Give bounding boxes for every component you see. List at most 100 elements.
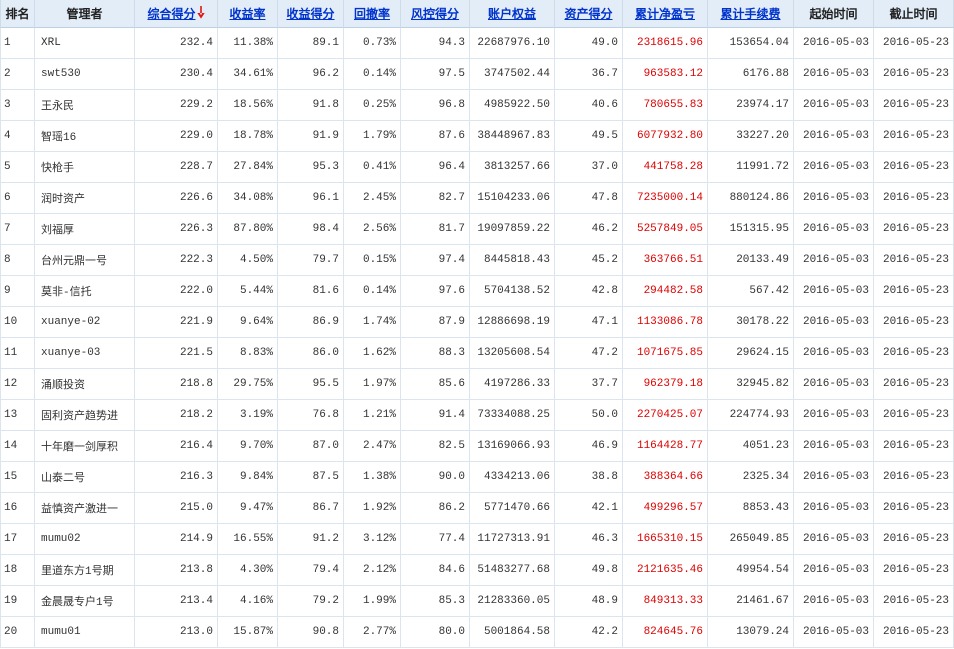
drawdown-rate-cell: 2.45% bbox=[344, 183, 401, 214]
col-header-asset-score[interactable]: 资产得分 bbox=[555, 0, 623, 28]
manager-name-cell: 快枪手 bbox=[35, 152, 135, 183]
cumulative-net-pnl-cell: 441758.28 bbox=[623, 152, 708, 183]
account-equity-cell: 5001864.58 bbox=[470, 617, 555, 648]
end-date-cell: 2016-05-23 bbox=[874, 431, 954, 462]
composite-score-cell: 229.0 bbox=[135, 121, 218, 152]
table-row: 9 莫非-信托 222.0 5.44% 81.6 0.14% 97.6 5704138.52 4… bbox=[0, 276, 954, 307]
cumulative-fees-cell: 20133.49 bbox=[708, 245, 794, 276]
return-score-cell: 76.8 bbox=[278, 400, 344, 431]
col-header-composite-score[interactable]: 综合得分 bbox=[135, 0, 218, 28]
sort-by-cumulative-fees-link[interactable]: 累计手续费 bbox=[720, 7, 780, 21]
table-row: 18 里道东方1号期 213.8 4.30% 79.4 2.12% 84.6 51483277… bbox=[0, 555, 954, 586]
composite-score-cell: 214.9 bbox=[135, 524, 218, 555]
end-date-cell: 2016-05-23 bbox=[874, 28, 954, 59]
return-score-cell: 86.7 bbox=[278, 493, 344, 524]
composite-score-cell: 226.3 bbox=[135, 214, 218, 245]
manager-name-cell: 金晨晟专户1号 bbox=[35, 586, 135, 617]
start-date-cell: 2016-05-03 bbox=[794, 59, 874, 90]
end-date-cell: 2016-05-23 bbox=[874, 524, 954, 555]
sort-by-account-equity-link[interactable]: 账户权益 bbox=[488, 7, 536, 21]
drawdown-rate-cell: 1.99% bbox=[344, 586, 401, 617]
cumulative-net-pnl-cell: 499296.57 bbox=[623, 493, 708, 524]
col-header-cumulative-net-pnl[interactable]: 累计净盈亏 bbox=[623, 0, 708, 28]
col-header-return-rate[interactable]: 收益率 bbox=[218, 0, 278, 28]
sort-by-drawdown-rate-link[interactable]: 回撤率 bbox=[354, 7, 390, 21]
col-header-drawdown-rate[interactable]: 回撤率 bbox=[344, 0, 401, 28]
col-header-risk-control-score[interactable]: 风控得分 bbox=[401, 0, 470, 28]
drawdown-rate-cell: 1.97% bbox=[344, 369, 401, 400]
drawdown-rate-cell: 1.74% bbox=[344, 307, 401, 338]
return-score-cell: 95.3 bbox=[278, 152, 344, 183]
manager-name-cell: 刘福厚 bbox=[35, 214, 135, 245]
table-row: 13 固利资产趋势进 218.2 3.19% 76.8 1.21% 91.4 73334088… bbox=[0, 400, 954, 431]
table-row: 20 mumu01 213.0 15.87% 90.8 2.77% 80.0 5001864.… bbox=[0, 617, 954, 648]
cumulative-net-pnl-cell: 5257849.05 bbox=[623, 214, 708, 245]
sort-by-risk-control-score-link[interactable]: 风控得分 bbox=[411, 7, 459, 21]
col-header-account-equity[interactable]: 账户权益 bbox=[470, 0, 555, 28]
composite-score-cell: 230.4 bbox=[135, 59, 218, 90]
risk-control-score-cell: 97.6 bbox=[401, 276, 470, 307]
drawdown-rate-cell: 0.25% bbox=[344, 90, 401, 121]
sort-by-cumulative-net-pnl-link[interactable]: 累计净盈亏 bbox=[635, 7, 695, 21]
rank-cell: 14 bbox=[0, 431, 35, 462]
rank-cell: 16 bbox=[0, 493, 35, 524]
cumulative-fees-cell: 224774.93 bbox=[708, 400, 794, 431]
table-row: 11 xuanye-03 221.5 8.83% 86.0 1.62% 88.3 132056… bbox=[0, 338, 954, 369]
manager-name-cell: 涌顺投资 bbox=[35, 369, 135, 400]
table-row: 2 swt530 230.4 34.61% 96.2 0.14% 97.5 3747502.4… bbox=[0, 59, 954, 90]
asset-score-cell: 48.9 bbox=[555, 586, 623, 617]
return-score-cell: 89.1 bbox=[278, 28, 344, 59]
risk-control-score-cell: 77.4 bbox=[401, 524, 470, 555]
return-score-cell: 79.4 bbox=[278, 555, 344, 586]
cumulative-fees-cell: 2325.34 bbox=[708, 462, 794, 493]
start-date-cell: 2016-05-03 bbox=[794, 431, 874, 462]
end-date-cell: 2016-05-23 bbox=[874, 90, 954, 121]
sort-by-return-rate-link[interactable]: 收益率 bbox=[229, 7, 265, 21]
rank-cell: 7 bbox=[0, 214, 35, 245]
drawdown-rate-cell: 0.14% bbox=[344, 59, 401, 90]
rank-cell: 2 bbox=[0, 59, 35, 90]
col-header-manager-label: 管理者 bbox=[66, 7, 103, 21]
risk-control-score-cell: 84.6 bbox=[401, 555, 470, 586]
cumulative-net-pnl-cell: 962379.18 bbox=[623, 369, 708, 400]
return-score-cell: 79.2 bbox=[278, 586, 344, 617]
table-row: 12 涌顺投资 218.8 29.75% 95.5 1.97% 85.6 4197286.33… bbox=[0, 369, 954, 400]
return-rate-cell: 4.50% bbox=[218, 245, 278, 276]
sort-by-return-score-link[interactable]: 收益得分 bbox=[286, 7, 334, 21]
asset-score-cell: 50.0 bbox=[555, 400, 623, 431]
cumulative-fees-cell: 23974.17 bbox=[708, 90, 794, 121]
composite-score-cell: 232.4 bbox=[135, 28, 218, 59]
composite-score-cell: 222.3 bbox=[135, 245, 218, 276]
start-date-cell: 2016-05-03 bbox=[794, 307, 874, 338]
rank-cell: 5 bbox=[0, 152, 35, 183]
end-date-cell: 2016-05-23 bbox=[874, 59, 954, 90]
rank-cell: 19 bbox=[0, 586, 35, 617]
manager-name-cell: swt530 bbox=[35, 59, 135, 90]
risk-control-score-cell: 86.2 bbox=[401, 493, 470, 524]
risk-control-score-cell: 87.6 bbox=[401, 121, 470, 152]
asset-score-cell: 42.1 bbox=[555, 493, 623, 524]
composite-score-cell: 222.0 bbox=[135, 276, 218, 307]
asset-score-cell: 37.7 bbox=[555, 369, 623, 400]
sort-by-composite-score-link[interactable]: 综合得分 bbox=[147, 7, 195, 21]
table-row: 5 快枪手 228.7 27.84% 95.3 0.41% 96.4 3813257.66 37… bbox=[0, 152, 954, 183]
end-date-cell: 2016-05-23 bbox=[874, 245, 954, 276]
risk-control-score-cell: 96.8 bbox=[401, 90, 470, 121]
rank-cell: 15 bbox=[0, 462, 35, 493]
cumulative-net-pnl-cell: 780655.83 bbox=[623, 90, 708, 121]
end-date-cell: 2016-05-23 bbox=[874, 214, 954, 245]
col-header-return-score[interactable]: 收益得分 bbox=[278, 0, 344, 28]
composite-score-cell: 221.5 bbox=[135, 338, 218, 369]
drawdown-rate-cell: 0.15% bbox=[344, 245, 401, 276]
col-header-rank: 排名 bbox=[0, 0, 35, 28]
return-rate-cell: 34.08% bbox=[218, 183, 278, 214]
return-rate-cell: 3.19% bbox=[218, 400, 278, 431]
return-rate-cell: 27.84% bbox=[218, 152, 278, 183]
composite-score-cell: 216.3 bbox=[135, 462, 218, 493]
return-rate-cell: 4.16% bbox=[218, 586, 278, 617]
sort-by-asset-score-link[interactable]: 资产得分 bbox=[564, 7, 612, 21]
return-score-cell: 95.5 bbox=[278, 369, 344, 400]
col-header-cumulative-fees[interactable]: 累计手续费 bbox=[708, 0, 794, 28]
start-date-cell: 2016-05-03 bbox=[794, 493, 874, 524]
cumulative-net-pnl-cell: 963583.12 bbox=[623, 59, 708, 90]
